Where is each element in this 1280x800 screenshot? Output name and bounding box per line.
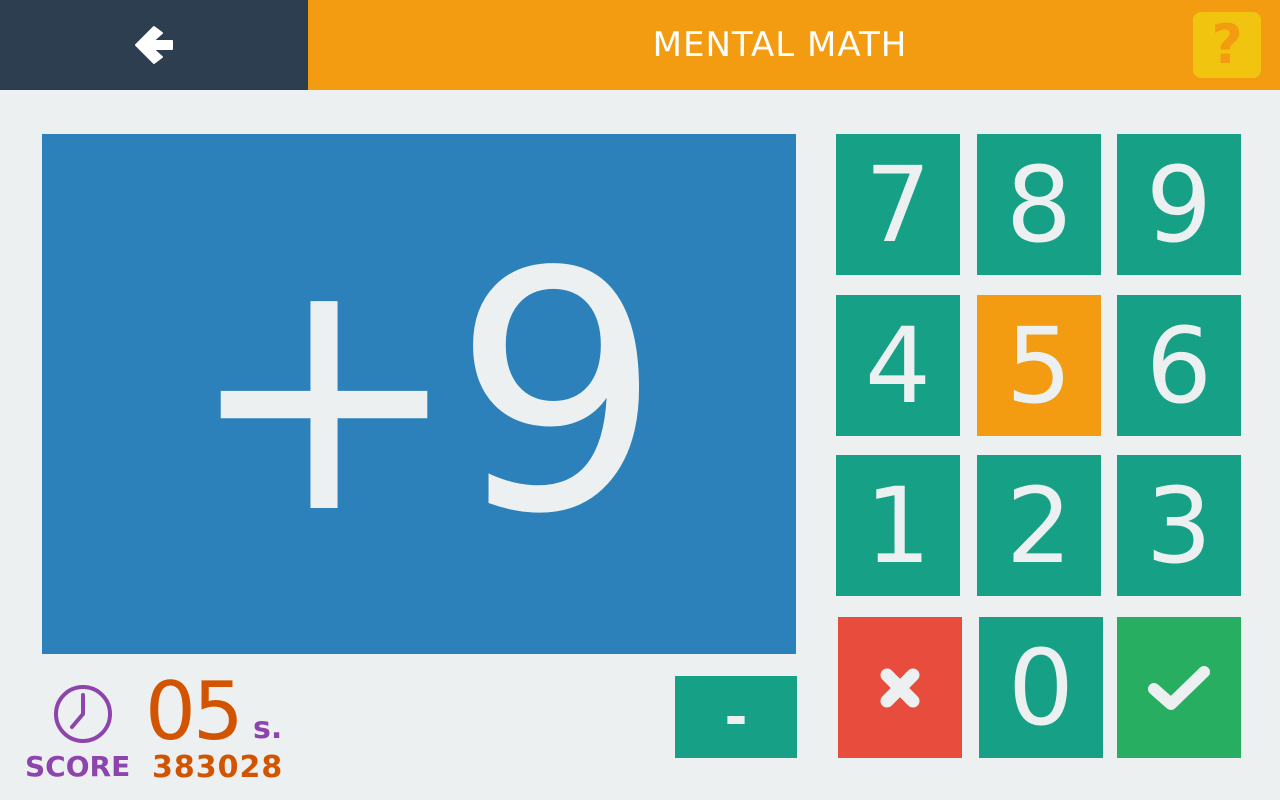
key-label: 9 [1145, 143, 1213, 266]
key-label: 4 [864, 304, 932, 427]
help-button[interactable]: ? [1193, 12, 1261, 78]
checkmark-icon [1148, 665, 1210, 710]
key-6[interactable]: 6 [1117, 295, 1241, 436]
key-label: 1 [864, 464, 932, 587]
clear-button[interactable] [838, 617, 962, 758]
key-label: 2 [1005, 464, 1073, 587]
key-label: 3 [1145, 464, 1213, 587]
key-label: 8 [1005, 143, 1073, 266]
arrow-left-icon [135, 26, 173, 64]
key-label: 7 [864, 143, 932, 266]
key-9[interactable]: 9 [1117, 134, 1241, 275]
problem-display: +9 [42, 134, 796, 654]
timer-unit: s. [253, 711, 283, 746]
key-7[interactable]: 7 [836, 134, 960, 275]
page-title: MENTAL MATH [652, 25, 908, 65]
clock-icon [54, 685, 112, 743]
score-value: 383028 [152, 750, 284, 785]
key-2[interactable]: 2 [977, 455, 1101, 596]
key-8[interactable]: 8 [977, 134, 1101, 275]
question-mark-icon: ? [1211, 13, 1243, 76]
back-button[interactable] [0, 0, 308, 90]
score-label: SCORE [25, 750, 131, 783]
key-4[interactable]: 4 [836, 295, 960, 436]
timer-value: 05 [145, 665, 244, 758]
minus-button[interactable]: - [675, 676, 797, 758]
minus-label: - [724, 684, 748, 750]
key-label: 0 [1007, 626, 1075, 749]
key-5[interactable]: 5 [977, 295, 1101, 436]
submit-button[interactable] [1117, 617, 1241, 758]
key-0[interactable]: 0 [979, 617, 1103, 758]
key-label: 6 [1145, 304, 1213, 427]
top-bar: MENTAL MATH ? [308, 0, 1280, 90]
key-3[interactable]: 3 [1117, 455, 1241, 596]
key-label: 5 [1005, 304, 1073, 427]
close-icon [880, 668, 920, 707]
key-1[interactable]: 1 [836, 455, 960, 596]
problem-text: +9 [185, 202, 662, 586]
